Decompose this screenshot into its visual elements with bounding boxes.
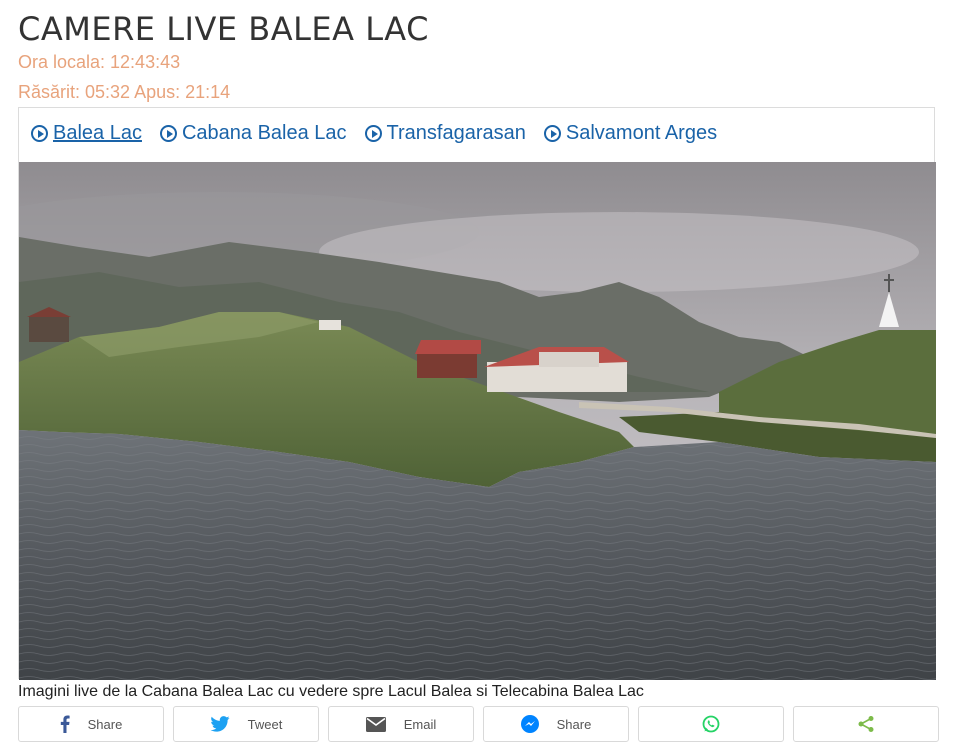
sunrise-sunset-times: Răsărit: 05:32 Apus: 21:14 (18, 82, 231, 102)
messenger-icon (520, 715, 539, 733)
share-bar: Share Tweet Email Share (18, 706, 939, 742)
whatsapp-share-button[interactable] (638, 706, 784, 742)
email-label: Email (403, 716, 437, 732)
share-icon (858, 716, 874, 732)
facebook-share-button[interactable]: Share (18, 706, 164, 742)
play-circle-icon (31, 125, 48, 142)
tab-label: Transfagarasan (386, 122, 526, 144)
tab-transfagarasan[interactable]: Transfagarasan (364, 122, 526, 145)
tab-label: Salvamont Arges (565, 122, 718, 144)
tweet-label: Tweet (247, 716, 283, 732)
play-circle-icon (159, 125, 177, 142)
webcam-image (19, 162, 936, 680)
tab-label: Cabana Balea Lac (181, 122, 347, 144)
twitter-icon (210, 716, 230, 732)
email-share-button[interactable]: Email (328, 706, 474, 742)
page-title: CAMERE LIVE BALEA LAC (18, 10, 429, 48)
whatsapp-icon (702, 715, 720, 733)
tab-label: Balea Lac (53, 122, 142, 144)
play-circle-icon (543, 125, 561, 142)
facebook-icon (60, 715, 70, 733)
share-label: Share (87, 716, 123, 732)
tab-cabana-balea-lac[interactable]: Cabana Balea Lac (159, 122, 347, 145)
email-icon (365, 716, 386, 732)
play-circle-icon (364, 125, 382, 142)
messenger-label: Share (556, 716, 592, 732)
webcam-panel: Balea Lac Cabana Balea Lac Transfagarasa… (18, 107, 936, 680)
webcam-caption: Imagini live de la Cabana Balea Lac cu v… (18, 683, 644, 700)
tab-salvamont-arges[interactable]: Salvamont Arges (543, 122, 718, 145)
local-time: Ora locala: 12:43:43 (18, 52, 181, 72)
generic-share-button[interactable] (793, 706, 939, 742)
camera-tabs: Balea Lac Cabana Balea Lac Transfagarasa… (31, 122, 717, 145)
tab-balea-lac[interactable]: Balea Lac (31, 122, 142, 145)
messenger-share-button[interactable]: Share (483, 706, 629, 742)
twitter-tweet-button[interactable]: Tweet (173, 706, 319, 742)
